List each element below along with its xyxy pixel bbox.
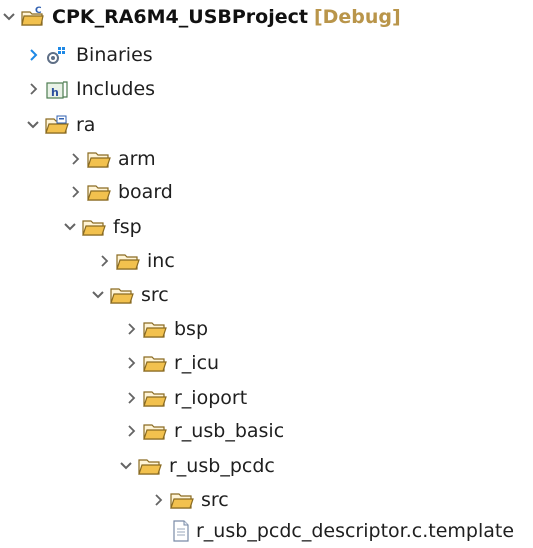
- tree-item-binaries[interactable]: Binaries: [24, 40, 153, 70]
- svg-text:C: C: [35, 6, 42, 16]
- folder-icon: [142, 317, 168, 341]
- tree-item-r-usb-basic[interactable]: r_usb_basic: [122, 416, 284, 446]
- collapsed-chevron-icon[interactable]: [122, 383, 140, 413]
- expanded-chevron-icon[interactable]: [0, 2, 18, 32]
- expanded-chevron-icon[interactable]: [89, 280, 107, 310]
- source-folder-icon: [44, 113, 70, 137]
- tree-item-arm[interactable]: arm: [66, 144, 156, 174]
- collapsed-chevron-icon[interactable]: [66, 144, 84, 174]
- tree-label-arm: arm: [118, 148, 156, 170]
- svg-text:h: h: [51, 86, 59, 99]
- tree-label-binaries: Binaries: [76, 44, 153, 66]
- collapsed-chevron-icon[interactable]: [66, 177, 84, 207]
- binaries-icon: [44, 43, 70, 67]
- collapsed-chevron-icon[interactable]: [122, 348, 140, 378]
- folder-icon: [142, 419, 168, 443]
- expanded-chevron-icon[interactable]: [61, 212, 79, 242]
- tree-item-inc[interactable]: inc: [95, 246, 175, 276]
- tree-label-bsp: bsp: [174, 318, 209, 340]
- tree-label-pcdc-src: src: [201, 489, 229, 511]
- folder-icon: [142, 351, 168, 375]
- project-explorer-tree: C CPK_RA6M4_USBProject [Debug] Binaries: [0, 0, 533, 548]
- folder-icon: [142, 386, 168, 410]
- folder-icon: [115, 249, 141, 273]
- c-project-icon: C: [20, 5, 46, 29]
- tree-label-r-ioport: r_ioport: [174, 387, 248, 409]
- tree-item-pcdc-src[interactable]: src: [149, 485, 229, 515]
- tree-item-r-usb-pcdc[interactable]: r_usb_pcdc: [117, 451, 275, 481]
- tree-item-includes[interactable]: h Includes: [24, 74, 155, 104]
- tree-label-template-file: r_usb_pcdc_descriptor.c.template: [196, 520, 515, 542]
- tree-label-r-icu: r_icu: [174, 352, 220, 374]
- tree-item-fsp[interactable]: fsp: [61, 212, 142, 242]
- folder-icon: [137, 454, 163, 478]
- file-icon: [172, 519, 190, 543]
- collapsed-chevron-icon[interactable]: [122, 416, 140, 446]
- collapsed-chevron-icon[interactable]: [24, 74, 42, 104]
- tree-item-ra[interactable]: ra: [24, 110, 95, 140]
- collapsed-chevron-icon[interactable]: [149, 485, 167, 515]
- tree-label-r-usb-pcdc: r_usb_pcdc: [169, 455, 275, 477]
- tree-label-inc: inc: [147, 250, 175, 272]
- tree-label-r-usb-basic: r_usb_basic: [174, 420, 285, 442]
- folder-icon: [81, 215, 107, 239]
- tree-item-board[interactable]: board: [66, 177, 173, 207]
- collapsed-chevron-icon[interactable]: [24, 40, 42, 70]
- tree-item-r-icu[interactable]: r_icu: [122, 348, 219, 378]
- tree-label-includes: Includes: [76, 78, 156, 100]
- tree-label-ra: ra: [76, 114, 96, 136]
- tree-item-bsp[interactable]: bsp: [122, 314, 208, 344]
- collapsed-chevron-icon[interactable]: [122, 314, 140, 344]
- tree-item-r-ioport[interactable]: r_ioport: [122, 383, 247, 413]
- tree-label-fsp: fsp: [113, 216, 142, 238]
- expanded-chevron-icon[interactable]: [24, 110, 42, 140]
- tree-label-src: src: [141, 284, 169, 306]
- folder-icon: [109, 283, 135, 307]
- collapsed-chevron-icon[interactable]: [95, 246, 113, 276]
- folder-icon: [169, 488, 195, 512]
- project-node[interactable]: C CPK_RA6M4_USBProject [Debug]: [0, 2, 401, 32]
- project-name: CPK_RA6M4_USBProject: [52, 6, 308, 28]
- tree-item-template-file[interactable]: r_usb_pcdc_descriptor.c.template: [158, 516, 514, 546]
- folder-icon: [86, 147, 112, 171]
- expanded-chevron-icon[interactable]: [117, 451, 135, 481]
- tree-label-board: board: [118, 181, 173, 203]
- folder-icon: [86, 180, 112, 204]
- project-build-config: [Debug]: [313, 6, 401, 28]
- includes-icon: h: [44, 77, 70, 101]
- tree-item-src[interactable]: src: [89, 280, 169, 310]
